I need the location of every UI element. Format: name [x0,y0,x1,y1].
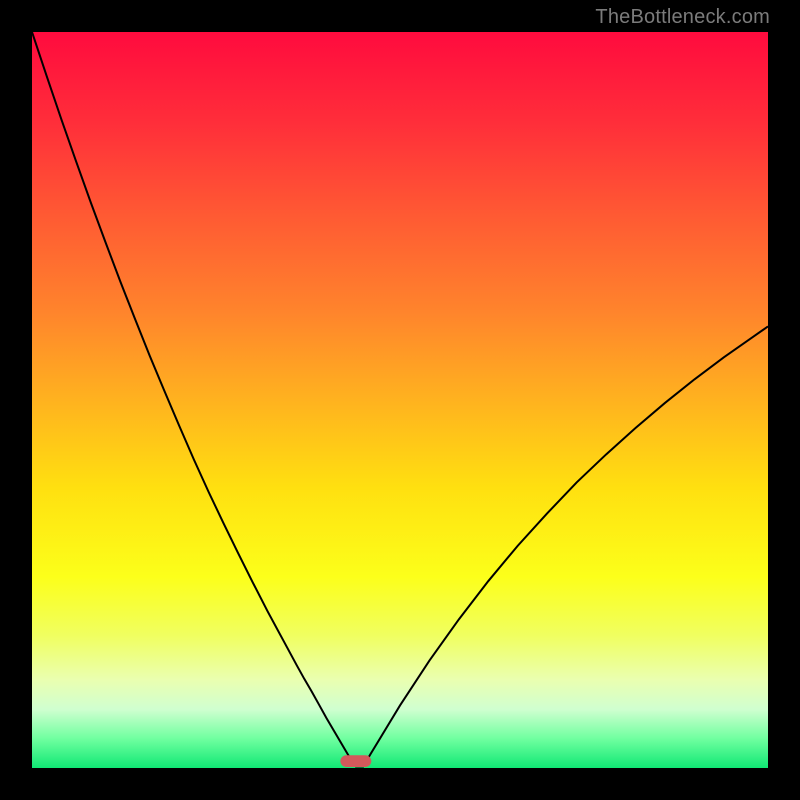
gradient-background [32,32,768,768]
plot-area [32,32,768,768]
optimal-marker [340,755,371,767]
chart-frame: TheBottleneck.com [0,0,800,800]
chart-svg [32,32,768,768]
watermark-text: TheBottleneck.com [595,6,770,29]
